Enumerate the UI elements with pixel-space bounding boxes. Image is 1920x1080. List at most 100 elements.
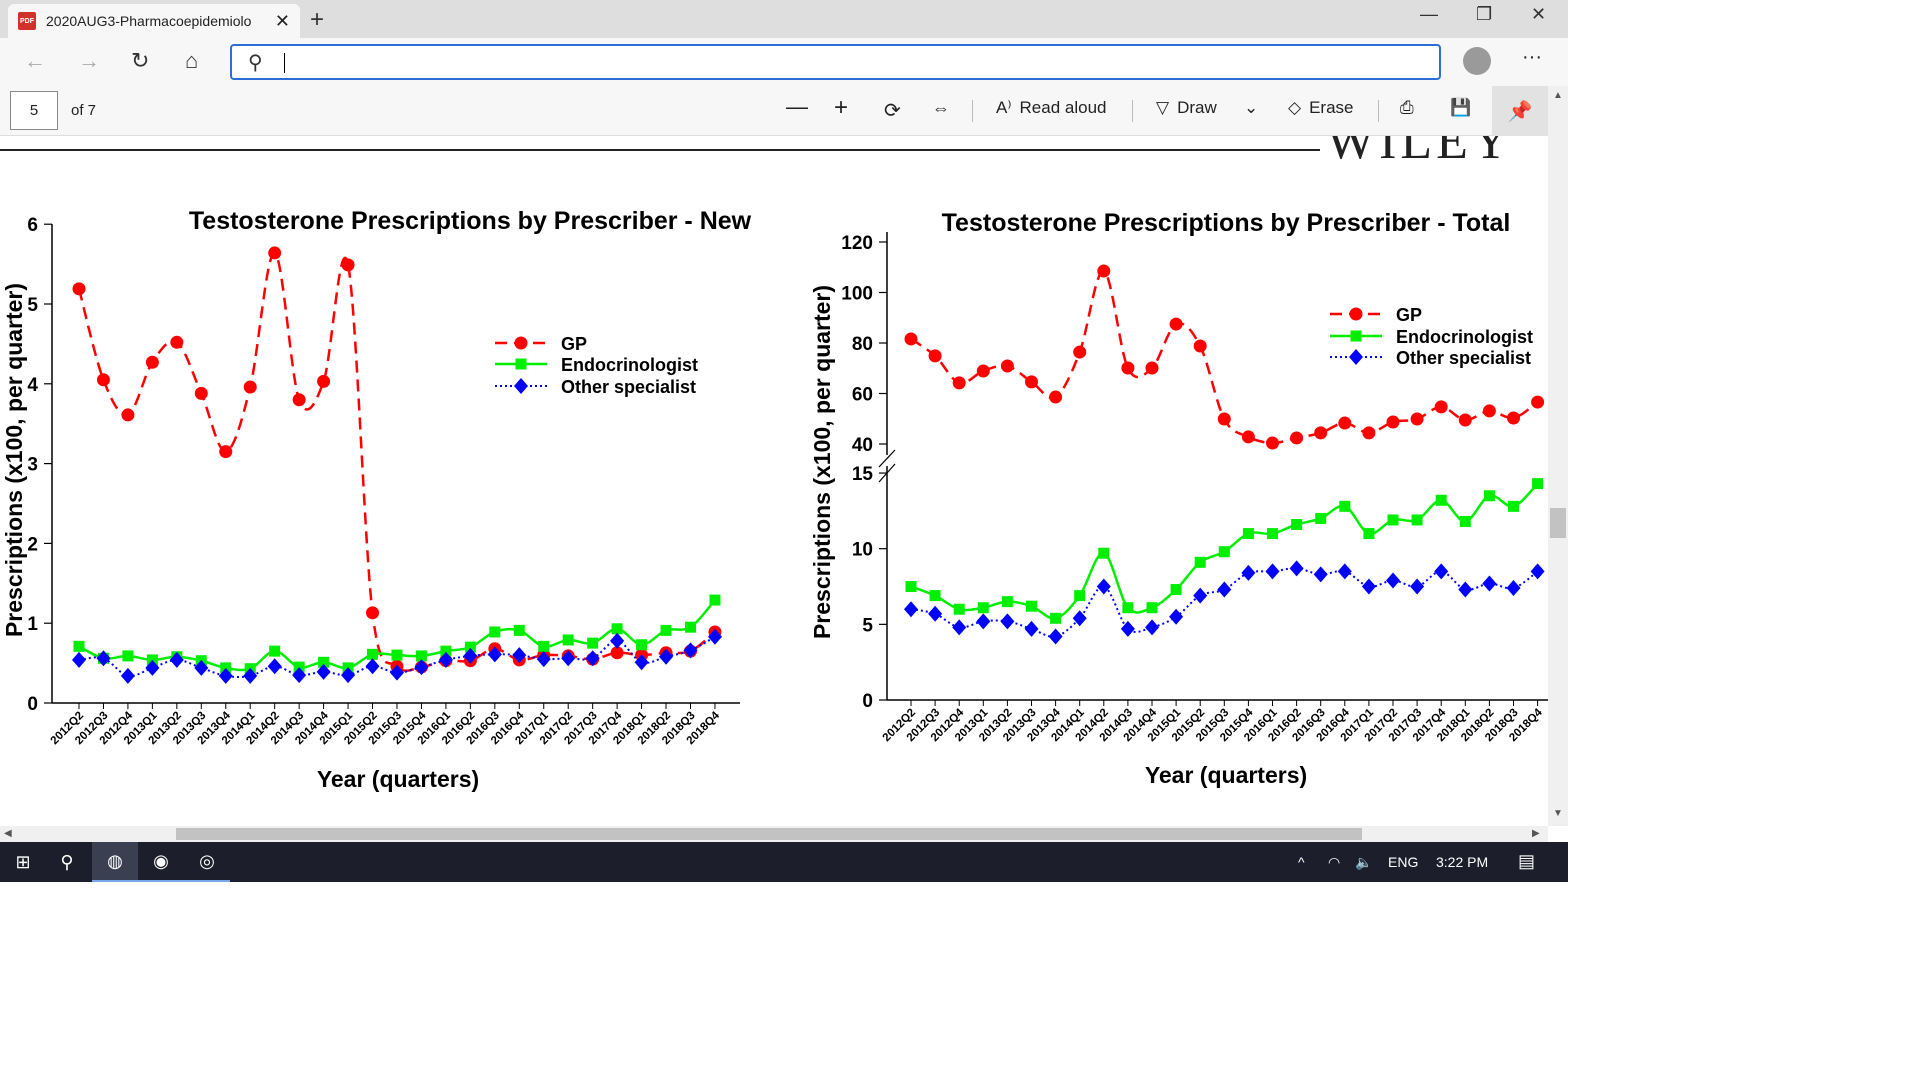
data-point — [1241, 564, 1256, 581]
edge-icon[interactable]: ◍ — [92, 842, 138, 882]
read-aloud-icon: A⁾ — [996, 98, 1012, 117]
data-point — [953, 603, 965, 615]
data-point — [1387, 514, 1399, 526]
data-point — [905, 581, 917, 593]
fit-page-icon[interactable]: ⇔ — [932, 98, 950, 119]
draw-icon: ▽ — [1156, 98, 1170, 117]
language-indicator[interactable]: ENG — [1388, 854, 1418, 870]
header-rule — [0, 149, 1320, 151]
data-point — [1314, 426, 1328, 440]
home-icon[interactable]: ⌂ — [185, 48, 198, 74]
data-point — [587, 637, 599, 649]
windows-start-icon[interactable]: ⊞ — [0, 842, 46, 882]
back-icon[interactable]: ← — [24, 48, 46, 74]
data-point — [1530, 563, 1545, 580]
data-point — [1290, 431, 1304, 445]
data-point — [1363, 528, 1375, 540]
data-point — [194, 386, 208, 400]
chrome-icon[interactable]: ◉ — [138, 842, 184, 882]
search-icon[interactable]: ⚲ — [44, 842, 90, 882]
data-point — [538, 640, 550, 652]
legend-marker — [514, 378, 528, 394]
erase-label: Erase — [1309, 98, 1354, 117]
data-point — [72, 282, 86, 296]
pin-toolbar-icon[interactable]: 📌 — [1492, 86, 1548, 136]
data-point — [977, 602, 989, 614]
data-point — [121, 408, 135, 422]
chevron-down-icon[interactable]: ⌄ — [1244, 98, 1258, 118]
y-tick-label: 6 — [27, 215, 38, 236]
horizontal-scrollbar[interactable]: ◀ ▶ — [0, 826, 1548, 842]
read-aloud-button[interactable]: A⁾ Read aloud — [996, 98, 1106, 118]
data-point — [269, 645, 281, 657]
legend-marker — [514, 336, 528, 350]
wifi-icon[interactable]: ◠ — [1328, 854, 1340, 871]
data-point — [1386, 572, 1400, 589]
nav-bar: ← → ↻ ⌂ ⚲ ··· — [0, 38, 1568, 86]
refresh-icon[interactable]: ↻ — [131, 48, 149, 74]
zoom-in-icon[interactable]: + — [834, 94, 848, 122]
data-point — [685, 621, 696, 633]
chevron-up-icon[interactable]: ^ — [1298, 854, 1305, 870]
data-point — [1050, 612, 1062, 624]
draw-button[interactable]: ▽ Draw — [1156, 98, 1217, 118]
forward-icon[interactable]: → — [78, 48, 100, 74]
data-point — [1435, 494, 1447, 506]
y-tick-label: 80 — [852, 334, 873, 355]
data-point — [1410, 412, 1424, 426]
vertical-scrollbar[interactable]: ▲ ▼ — [1548, 86, 1568, 826]
chart-title: Testosterone Prescriptions by Prescriber… — [942, 209, 1511, 237]
data-point — [976, 364, 990, 378]
data-point — [367, 648, 379, 660]
data-point — [1434, 563, 1449, 580]
data-point — [709, 594, 721, 606]
data-point — [292, 393, 306, 407]
zoom-out-icon[interactable]: — — [786, 94, 808, 120]
new-tab-button[interactable]: + — [310, 6, 324, 34]
erase-button[interactable]: ◇ Erase — [1288, 98, 1354, 118]
address-bar[interactable]: ⚲ — [230, 44, 1441, 80]
data-point — [1098, 547, 1110, 559]
legend-marker — [1349, 307, 1363, 321]
profile-icon[interactable] — [1463, 47, 1491, 75]
print-icon[interactable]: ⎙ — [1400, 98, 1414, 118]
vertical-scroll-thumb[interactable] — [1550, 508, 1566, 538]
chart-title: Testosterone Prescriptions by Prescriber… — [189, 207, 752, 235]
y-tick-label: 4 — [27, 375, 38, 396]
data-point — [1145, 361, 1159, 375]
close-tab-icon[interactable]: ✕ — [275, 11, 290, 32]
clock[interactable]: 3:22 PM — [1436, 854, 1488, 870]
data-point — [1339, 500, 1351, 512]
data-point — [1532, 478, 1544, 490]
more-icon[interactable]: ··· — [1522, 46, 1542, 69]
data-point — [1194, 556, 1206, 568]
volume-icon[interactable]: 🔈 — [1355, 854, 1372, 871]
save-icon[interactable]: 💾 — [1450, 98, 1471, 118]
page-number-input[interactable]: 5 — [10, 91, 58, 130]
data-point — [1026, 600, 1037, 612]
y-tick-label: 60 — [852, 385, 873, 406]
data-point — [1482, 575, 1497, 592]
horizontal-scroll-thumb[interactable] — [176, 828, 1362, 840]
tab-pdf-document[interactable]: PDF 2020AUG3-Pharmacoepidemiolo ✕ — [8, 4, 300, 38]
data-point — [1362, 426, 1376, 440]
data-point — [1531, 395, 1545, 409]
y-tick-label: 10 — [852, 540, 873, 561]
data-point — [904, 332, 918, 346]
data-point — [122, 650, 134, 662]
close-window-icon[interactable]: ✕ — [1531, 4, 1546, 25]
data-point — [1506, 580, 1521, 597]
text-caret — [284, 53, 285, 73]
data-point — [928, 349, 942, 363]
media-app-icon[interactable]: ◎ — [184, 842, 230, 882]
data-point — [1121, 361, 1135, 375]
data-point — [1073, 345, 1087, 359]
minimize-icon[interactable]: — — [1420, 4, 1438, 25]
notifications-icon[interactable]: ▤ — [1518, 851, 1535, 872]
rotate-icon[interactable]: ⟳ — [884, 98, 901, 123]
restore-icon[interactable]: ❐ — [1476, 4, 1492, 25]
data-point — [929, 590, 941, 602]
y-tick-label: 100 — [841, 284, 873, 305]
data-point — [1507, 411, 1520, 425]
data-point — [1411, 514, 1423, 526]
